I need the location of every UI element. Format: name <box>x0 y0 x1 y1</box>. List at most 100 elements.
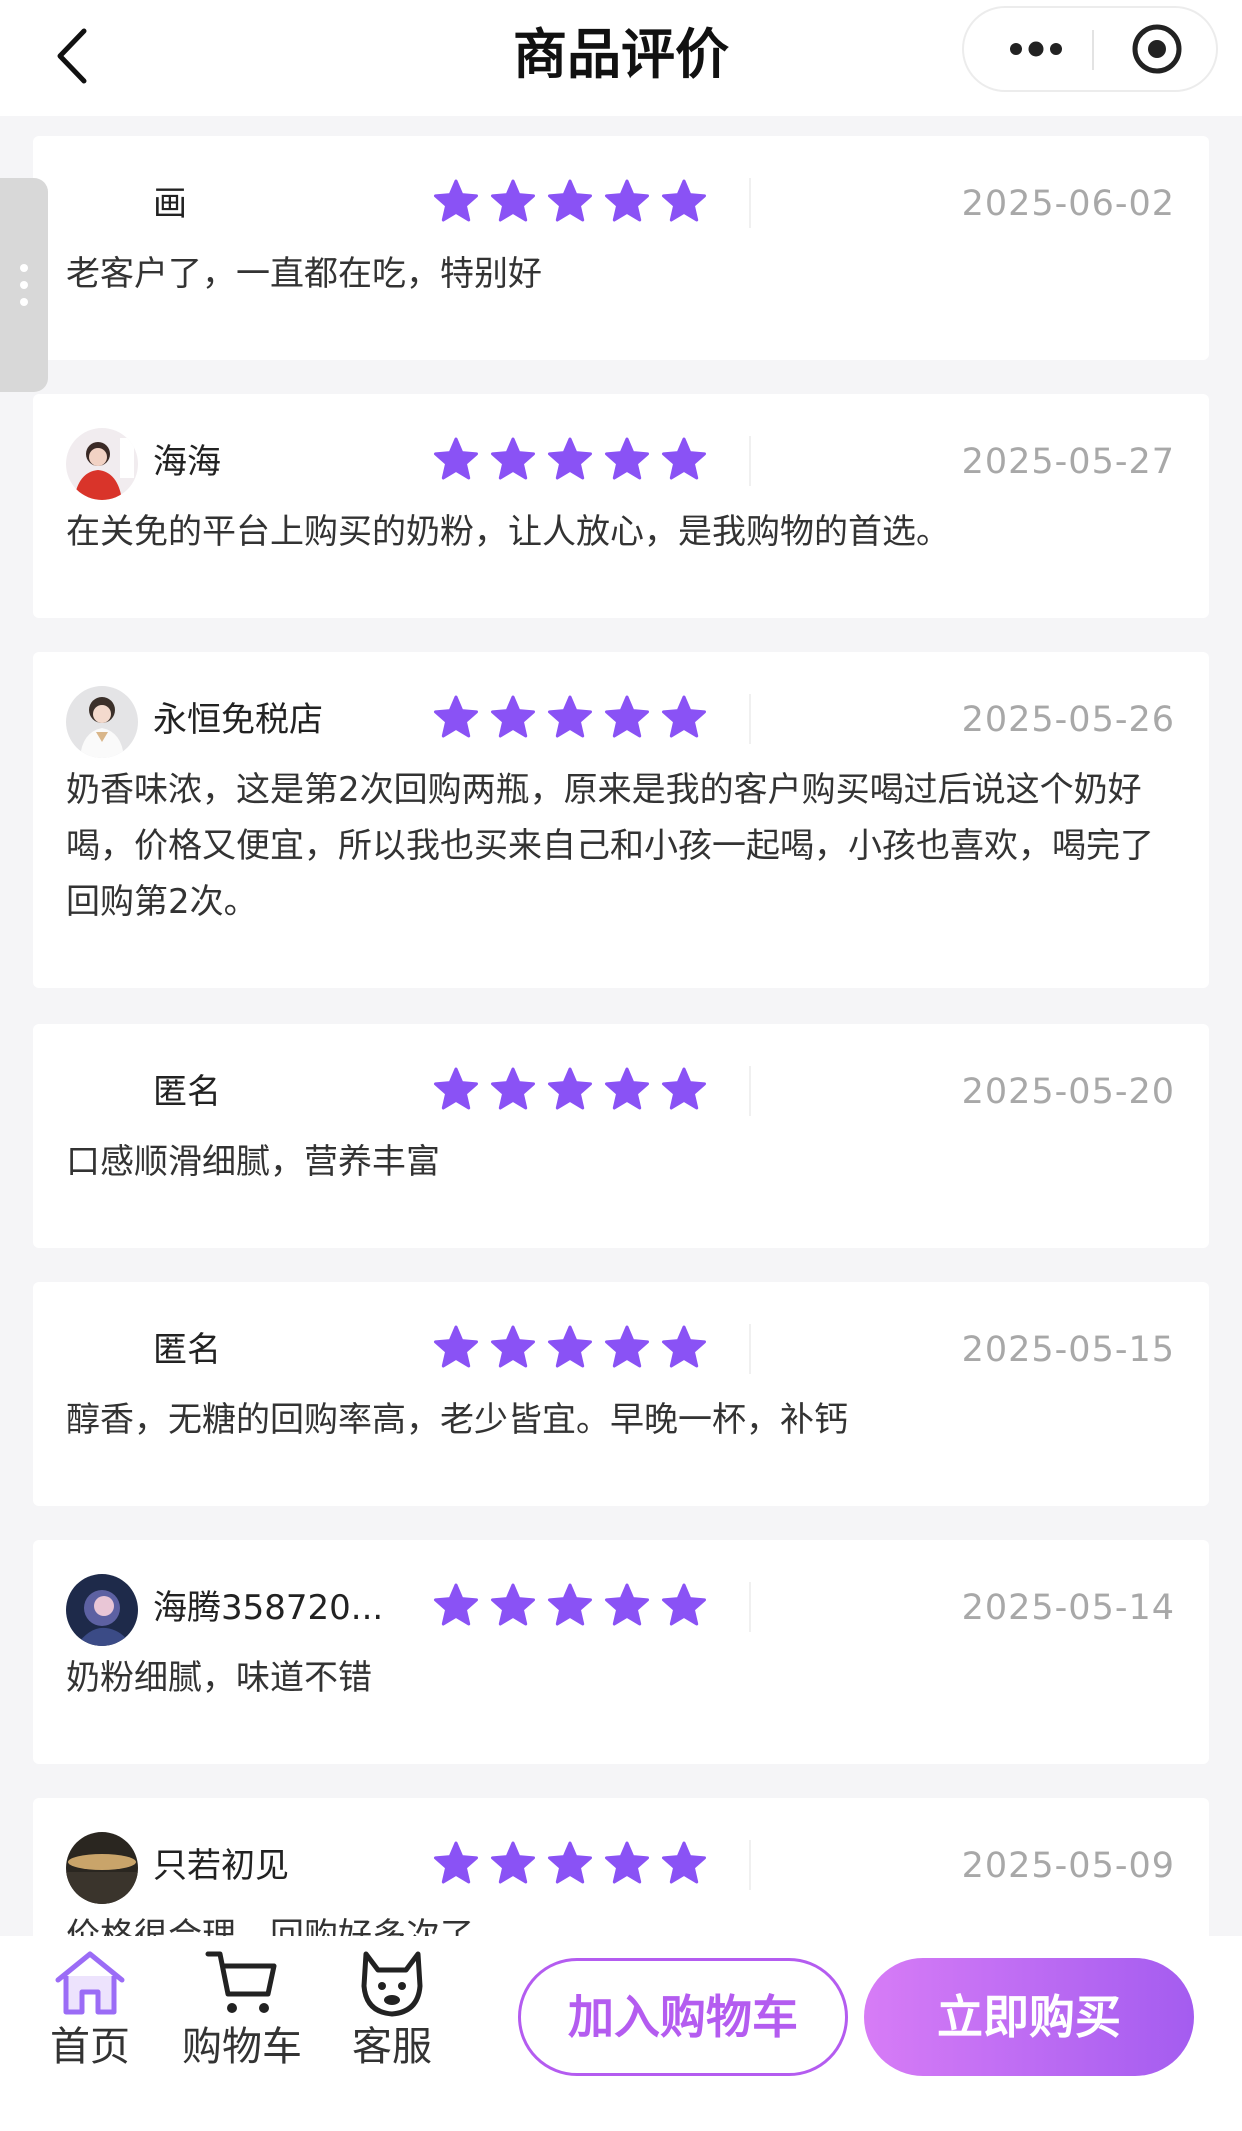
divider <box>749 1582 751 1632</box>
more-dots-icon <box>1010 41 1062 57</box>
review-card: 海海 2025-05-27 在关免的平台上购买的奶粉，让人放心，是我购物的首选。 <box>33 394 1209 618</box>
star-icon <box>491 1583 535 1626</box>
star-icon <box>548 1067 592 1110</box>
tab-cart-label: 购物车 <box>182 2024 302 2070</box>
review-date: 2025-05-14 <box>961 1588 1175 1628</box>
reviewer-name: 只若初见 <box>153 1846 289 1886</box>
reviewer-name: 匿名 <box>153 1330 221 1370</box>
star-icon <box>605 1583 649 1626</box>
reviewer-name: 匿名 <box>153 1072 221 1112</box>
close-mini-program-button[interactable] <box>1112 8 1202 90</box>
rating-stars <box>429 1322 711 1378</box>
star-icon <box>548 695 592 738</box>
tab-cart[interactable]: 购物车 <box>176 1946 308 2086</box>
avatar-image <box>66 686 138 758</box>
rating-stars <box>429 1064 711 1120</box>
more-button[interactable] <box>986 8 1086 90</box>
handle-dot <box>20 281 28 289</box>
star-icon <box>605 1325 649 1368</box>
star-icon <box>662 179 706 222</box>
star-icon <box>434 1325 478 1368</box>
target-close-icon <box>1132 24 1182 74</box>
avatar-image <box>66 1832 138 1904</box>
buy-now-button[interactable]: 立即购买 <box>864 1958 1194 2076</box>
star-icon <box>605 1841 649 1884</box>
divider <box>749 1840 751 1890</box>
avatar[interactable] <box>66 1832 138 1904</box>
review-date: 2025-05-26 <box>961 700 1175 740</box>
review-card: 永恒免税店 2025-05-26 奶香味浓，这是第2次回购两瓶，原来是我的客户购… <box>33 652 1209 988</box>
home-icon <box>55 1951 125 2015</box>
bottom-action-bar: 首页 购物车 客服 加入购物车 立即购买 <box>0 1936 1242 2131</box>
star-icon <box>662 437 706 480</box>
tab-home-label: 首页 <box>50 2024 130 2070</box>
divider <box>749 178 751 228</box>
reviewer-name: 画 <box>153 184 187 224</box>
tab-home[interactable]: 首页 <box>46 1946 134 2086</box>
star-icon <box>434 1067 478 1110</box>
cart-icon <box>205 1951 277 2013</box>
review-content: 奶粉细腻，味道不错 <box>66 1658 372 1698</box>
review-content: 在关免的平台上购买的奶粉，让人放心，是我购物的首选。 <box>66 512 950 552</box>
star-icon <box>434 179 478 222</box>
star-icon <box>491 1325 535 1368</box>
review-date: 2025-05-20 <box>961 1072 1175 1112</box>
review-content: 口感顺滑细腻，营养丰富 <box>66 1142 440 1182</box>
avatar[interactable] <box>66 1574 138 1646</box>
review-date: 2025-06-02 <box>961 184 1175 224</box>
avatar-image <box>66 428 138 500</box>
capsule-divider <box>1092 30 1094 70</box>
star-icon <box>491 1067 535 1110</box>
dog-service-icon <box>361 1951 423 2017</box>
divider <box>749 1066 751 1116</box>
add-to-cart-button[interactable]: 加入购物车 <box>518 1958 848 2076</box>
avatar[interactable] <box>66 686 138 758</box>
mini-program-capsule <box>962 6 1218 92</box>
rating-stars <box>429 1838 711 1894</box>
star-icon <box>434 695 478 738</box>
star-icon <box>434 437 478 480</box>
star-icon <box>491 695 535 738</box>
divider <box>749 436 751 486</box>
star-icon <box>434 1583 478 1626</box>
divider <box>749 694 751 744</box>
star-icon <box>548 1841 592 1884</box>
review-content: 奶香味浓，这是第2次回购两瓶，原来是我的客户购买喝过后说这个奶好喝，价格又便宜，… <box>66 770 1154 922</box>
star-icon <box>491 1841 535 1884</box>
star-icon <box>548 1583 592 1626</box>
star-icon <box>548 179 592 222</box>
star-icon <box>491 437 535 480</box>
review-card: 匿名 2025-05-20 口感顺滑细腻，营养丰富 <box>33 1024 1209 1248</box>
star-icon <box>491 179 535 222</box>
handle-dot <box>20 264 28 272</box>
reviewer-name: 海海 <box>153 442 221 482</box>
review-date: 2025-05-09 <box>961 1846 1175 1886</box>
star-icon <box>548 1325 592 1368</box>
star-icon <box>662 695 706 738</box>
handle-dot <box>20 298 28 306</box>
review-card: 画 2025-06-02 老客户了，一直都在吃，特别好 <box>33 136 1209 360</box>
review-card: 海腾358720... 2025-05-14 奶粉细腻，味道不错 <box>33 1540 1209 1764</box>
tab-service[interactable]: 客服 <box>348 1946 436 2086</box>
star-icon <box>662 1841 706 1884</box>
side-drawer-handle[interactable] <box>0 178 48 392</box>
rating-stars <box>429 1580 711 1636</box>
review-content: 醇香，无糖的回购率高，老少皆宜。早晚一杯，补钙 <box>66 1400 848 1440</box>
avatar-image <box>66 1574 138 1646</box>
tab-service-label: 客服 <box>352 2024 432 2070</box>
star-icon <box>605 437 649 480</box>
rating-stars <box>429 434 711 490</box>
review-date: 2025-05-15 <box>961 1330 1175 1370</box>
star-icon <box>548 437 592 480</box>
rating-stars <box>429 692 711 748</box>
reviewer-name: 永恒免税店 <box>153 700 323 740</box>
divider <box>749 1324 751 1374</box>
review-card: 匿名 2025-05-15 醇香，无糖的回购率高，老少皆宜。早晚一杯，补钙 <box>33 1282 1209 1506</box>
star-icon <box>662 1325 706 1368</box>
reviewer-name: 海腾358720... <box>153 1588 384 1628</box>
star-icon <box>434 1841 478 1884</box>
star-icon <box>605 179 649 222</box>
avatar[interactable] <box>66 428 138 500</box>
review-content: 老客户了，一直都在吃，特别好 <box>66 254 542 294</box>
review-date: 2025-05-27 <box>961 442 1175 482</box>
